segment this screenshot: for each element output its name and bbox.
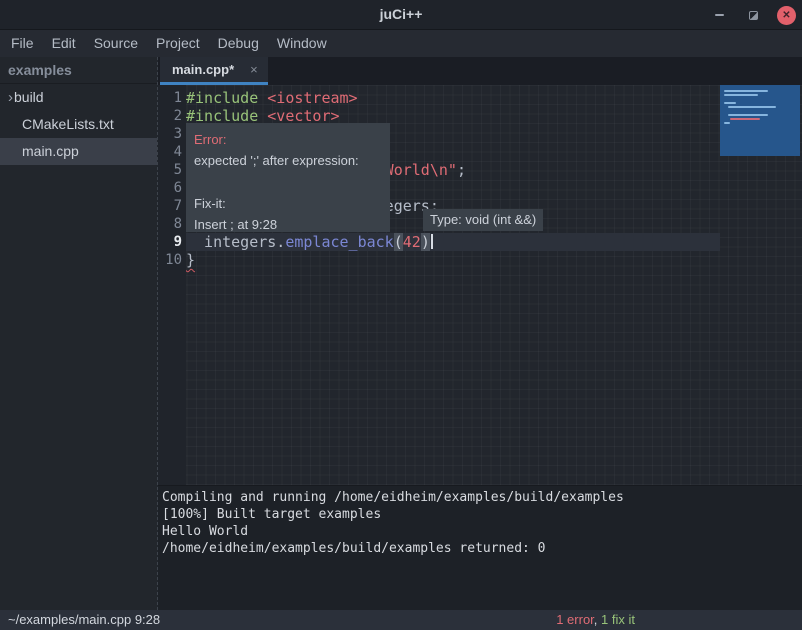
- line-number-gutter: 12345678910: [158, 85, 186, 485]
- titlebar: juCi++ ✕: [0, 0, 802, 30]
- menu-source[interactable]: Source: [85, 30, 147, 57]
- line-number: 8: [158, 215, 186, 233]
- sidebar-item-main-cpp[interactable]: main.cpp: [0, 138, 157, 165]
- line-number: 10: [158, 251, 186, 269]
- chevron-right-icon[interactable]: ›: [0, 84, 14, 111]
- minimap-code-mark: [724, 90, 768, 92]
- fixit-count: 1 fix it: [601, 612, 635, 627]
- terminal-line: Compiling and running /home/eidheim/exam…: [162, 489, 802, 506]
- code-line[interactable]: #include <iostream>: [186, 89, 802, 107]
- menu-edit[interactable]: Edit: [43, 30, 85, 57]
- fixit-label: Fix-it:: [194, 193, 382, 214]
- code-editor[interactable]: 12345678910 #include <iostream>#include …: [158, 85, 802, 485]
- minimize-icon: [715, 14, 724, 16]
- line-number: 6: [158, 179, 186, 197]
- error-tooltip: Error: expected ';' after expression: Fi…: [186, 123, 390, 232]
- maximize-button[interactable]: [743, 5, 763, 25]
- file-browser-sidebar: examples › build CMakeLists.txt main.cpp: [0, 57, 158, 610]
- minimize-button[interactable]: [709, 5, 729, 25]
- error-tooltip-message: expected ';' after expression:: [194, 150, 382, 171]
- project-folder-label: examples: [0, 57, 157, 84]
- main-area: examples › build CMakeLists.txt main.cpp…: [0, 57, 802, 610]
- menu-debug[interactable]: Debug: [209, 30, 268, 57]
- code-line[interactable]: integers.emplace_back(42): [186, 233, 720, 251]
- line-number: 2: [158, 107, 186, 125]
- minimap-code-mark: [724, 94, 758, 96]
- line-number: 5: [158, 161, 186, 179]
- minimap-code-mark: [724, 122, 730, 124]
- error-count: 1 error: [556, 612, 594, 627]
- line-number: 4: [158, 143, 186, 161]
- sidebar-item-build[interactable]: › build: [0, 84, 157, 111]
- tab-close-icon[interactable]: ×: [250, 62, 258, 77]
- line-number: 1: [158, 89, 186, 107]
- app-window: juCi++ ✕ File Edit Source Project Debug …: [0, 0, 802, 630]
- minimap[interactable]: [720, 85, 802, 485]
- status-bar: ~/examples/main.cpp 9:28 1 error, 1 fix …: [0, 610, 802, 630]
- tab-bar: main.cpp* ×: [158, 57, 802, 85]
- file-tree: › build CMakeLists.txt main.cpp: [0, 84, 157, 165]
- tab-main-cpp[interactable]: main.cpp* ×: [160, 57, 268, 85]
- window-title: juCi++: [0, 6, 802, 22]
- line-number: 7: [158, 197, 186, 215]
- terminal-line: /home/eidheim/examples/build/examples re…: [162, 540, 802, 557]
- build-terminal[interactable]: Compiling and running /home/eidheim/exam…: [158, 485, 802, 610]
- minimap-viewport[interactable]: [720, 85, 800, 156]
- maximize-icon: [749, 11, 758, 20]
- type-tooltip: Type: void (int &&): [423, 209, 543, 231]
- menu-file[interactable]: File: [2, 30, 43, 57]
- menubar: File Edit Source Project Debug Window: [0, 30, 802, 57]
- diagnostics-separator: ,: [594, 612, 601, 627]
- minimap-code-mark: [728, 114, 768, 116]
- fixit-text: Insert ; at 9:28: [194, 214, 382, 235]
- minimap-code-mark: [724, 102, 736, 104]
- close-button[interactable]: ✕: [777, 6, 796, 25]
- line-number: 9: [158, 233, 186, 251]
- status-file-position: ~/examples/main.cpp 9:28: [8, 612, 160, 627]
- menu-window[interactable]: Window: [268, 30, 336, 57]
- minimap-code-mark: [730, 118, 760, 120]
- text-cursor: [431, 234, 433, 249]
- line-number: 3: [158, 125, 186, 143]
- status-diagnostics: 1 error, 1 fix it: [556, 612, 635, 627]
- terminal-line: Hello World: [162, 523, 802, 540]
- menu-project[interactable]: Project: [147, 30, 209, 57]
- editor-column: main.cpp* × 12345678910 #include <iostre…: [158, 57, 802, 610]
- terminal-line: [100%] Built target examples: [162, 506, 802, 523]
- sidebar-item-cmakelists[interactable]: CMakeLists.txt: [0, 111, 157, 138]
- error-tooltip-title: Error:: [194, 129, 382, 150]
- window-controls: ✕: [709, 0, 796, 30]
- minimap-code-mark: [728, 106, 776, 108]
- code-line[interactable]: }: [186, 251, 802, 269]
